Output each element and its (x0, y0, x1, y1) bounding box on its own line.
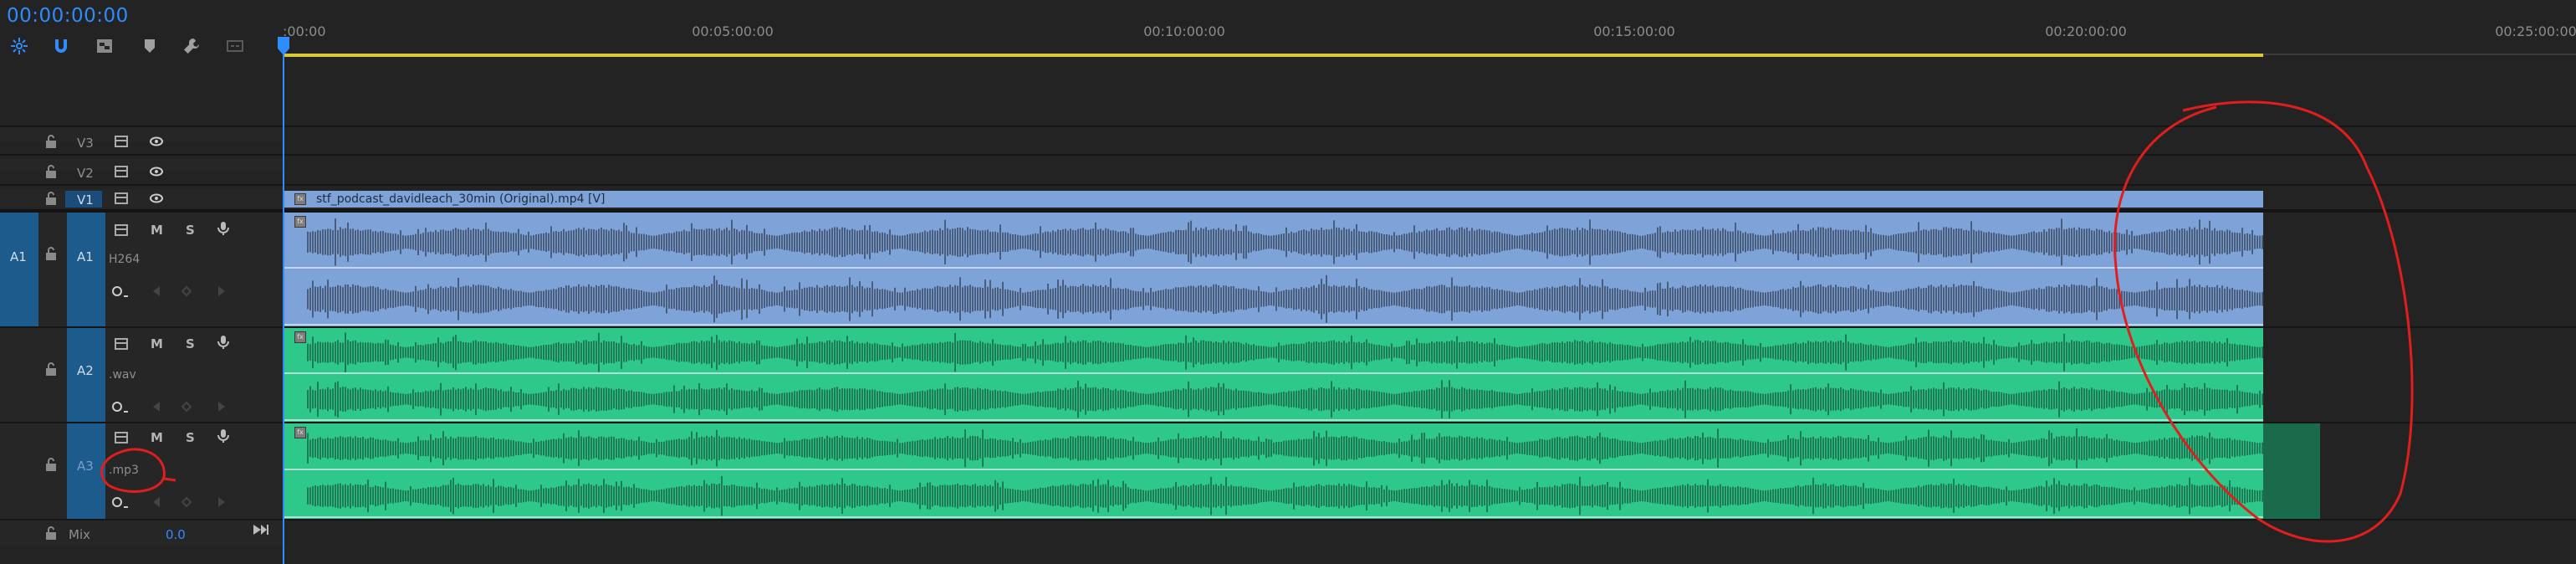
fx-badge: fx (294, 193, 306, 205)
ruler-tick: 00:20:00:00 (2045, 23, 2127, 39)
eye-icon[interactable] (149, 164, 164, 179)
source-label-a1: A1 (10, 249, 27, 264)
snap-magnet-icon[interactable] (49, 33, 74, 59)
waveform-channel (307, 380, 2263, 418)
captions-icon[interactable] (222, 33, 248, 59)
sync-lock-icon[interactable] (114, 164, 129, 179)
keyframe-toggle-icon[interactable] (110, 400, 132, 415)
track-label-a2[interactable]: A2 (77, 363, 94, 378)
waveform-channel (307, 332, 2263, 372)
solo-button[interactable]: S (186, 336, 195, 351)
waveform-channel (307, 428, 2263, 469)
add-marker-icon[interactable] (137, 33, 162, 59)
linked-selection-icon[interactable] (92, 33, 117, 59)
track-header-v1 (0, 189, 283, 208)
track-name-a2: .wav (109, 368, 136, 382)
track-name-a3: .mp3 (109, 464, 139, 477)
solo-button[interactable]: S (186, 430, 195, 445)
track-header-a2 (0, 328, 283, 422)
waveform (283, 218, 2263, 326)
ruler-tick: 00:15:00:00 (1593, 23, 1675, 39)
waveform-channel (307, 274, 2263, 323)
mix-label: Mix (69, 527, 90, 542)
track-divider (0, 126, 2576, 127)
waveform-channel (307, 475, 2263, 516)
wrench-settings-icon[interactable] (179, 33, 204, 59)
playhead-line[interactable] (283, 42, 284, 564)
work-area-bar[interactable] (283, 54, 2263, 57)
extended-clip-region (2263, 423, 2320, 519)
prev-keyframe-icon[interactable] (151, 400, 162, 413)
sync-lock-icon[interactable] (114, 134, 129, 149)
ruler-tick: 00:10:00:00 (1143, 23, 1225, 39)
microphone-icon[interactable] (216, 335, 231, 350)
eye-icon[interactable] (149, 134, 164, 149)
track-label-v2[interactable]: V2 (77, 166, 94, 181)
audio-clip-a1[interactable]: fx (283, 213, 2263, 326)
mix-volume-value[interactable]: 0.0 (166, 527, 186, 542)
ruler-tick: 00:25:00:00 (2495, 23, 2576, 39)
track-divider (0, 519, 2576, 520)
microphone-icon[interactable] (216, 428, 231, 444)
eye-icon[interactable] (149, 191, 164, 206)
audio-clip-a2[interactable]: fx (283, 328, 2263, 422)
fx-badge: fx (294, 331, 306, 343)
track-name-a1: H264 (109, 253, 141, 266)
sync-lock-icon[interactable] (114, 336, 129, 351)
waveform (283, 428, 2320, 518)
add-keyframe-icon[interactable] (181, 400, 192, 413)
track-header-mix (0, 520, 283, 546)
solo-button[interactable]: S (186, 223, 195, 238)
track-label-v1[interactable]: V1 (77, 192, 94, 208)
source-patch-a1[interactable] (0, 213, 38, 326)
lock-icon[interactable] (43, 191, 59, 206)
track-label-v3[interactable]: V3 (77, 136, 94, 151)
mute-button[interactable]: M (151, 223, 163, 238)
keyframe-toggle-icon[interactable] (110, 285, 132, 300)
track-header-a3 (0, 423, 283, 519)
sync-lock-icon[interactable] (114, 223, 129, 238)
ruler-tick: 00:05:00:00 (692, 23, 774, 39)
track-target-a1[interactable] (67, 213, 105, 326)
microphone-icon[interactable] (216, 221, 231, 236)
track-divider (0, 184, 2576, 186)
mute-button[interactable]: M (151, 430, 163, 445)
ruler-baseline (2263, 54, 2576, 55)
playhead-timecode[interactable]: 00:00:00:00 (7, 5, 129, 27)
video-clip-v1[interactable]: fx stf_podcast_davidleach_30min (Origina… (283, 191, 2263, 208)
next-keyframe-icon[interactable] (216, 285, 227, 298)
add-keyframe-icon[interactable] (181, 285, 192, 298)
fx-badge: fx (294, 427, 306, 438)
keyframe-toggle-icon[interactable] (110, 495, 132, 510)
prev-keyframe-icon[interactable] (151, 285, 162, 298)
next-keyframe-icon[interactable] (216, 400, 227, 413)
track-header-v2 (0, 159, 283, 171)
go-to-end-icon[interactable] (251, 522, 269, 537)
track-label-a3[interactable]: A3 (77, 459, 94, 474)
fx-badge: fx (294, 216, 306, 228)
track-divider (0, 154, 2576, 156)
prev-keyframe-icon[interactable] (151, 495, 162, 509)
playhead-handle-icon[interactable] (278, 37, 289, 55)
waveform (283, 332, 2263, 421)
mute-button[interactable]: M (151, 336, 163, 351)
lock-icon[interactable] (43, 246, 59, 261)
time-ruler[interactable]: :00:00 00:05:00:00 00:10:00:00 00:15:00:… (283, 0, 2576, 59)
lock-icon[interactable] (43, 457, 59, 472)
audio-clip-a3[interactable]: fx (283, 423, 2320, 519)
waveform-channel (307, 218, 2263, 266)
sync-lock-icon[interactable] (114, 430, 129, 445)
sync-lock-icon[interactable] (114, 191, 129, 206)
track-header-a1 (0, 213, 283, 326)
next-keyframe-icon[interactable] (216, 495, 227, 509)
track-label-a1[interactable]: A1 (77, 249, 94, 264)
lock-icon[interactable] (43, 361, 59, 377)
video-clip-name: stf_podcast_davidleach_30min (Original).… (316, 192, 606, 206)
lock-icon[interactable] (43, 164, 59, 179)
add-keyframe-icon[interactable] (181, 495, 192, 509)
track-header-v3 (0, 127, 283, 142)
ripple-edit-icon[interactable] (7, 33, 32, 59)
lock-icon[interactable] (43, 134, 59, 149)
lock-icon[interactable] (43, 526, 59, 541)
